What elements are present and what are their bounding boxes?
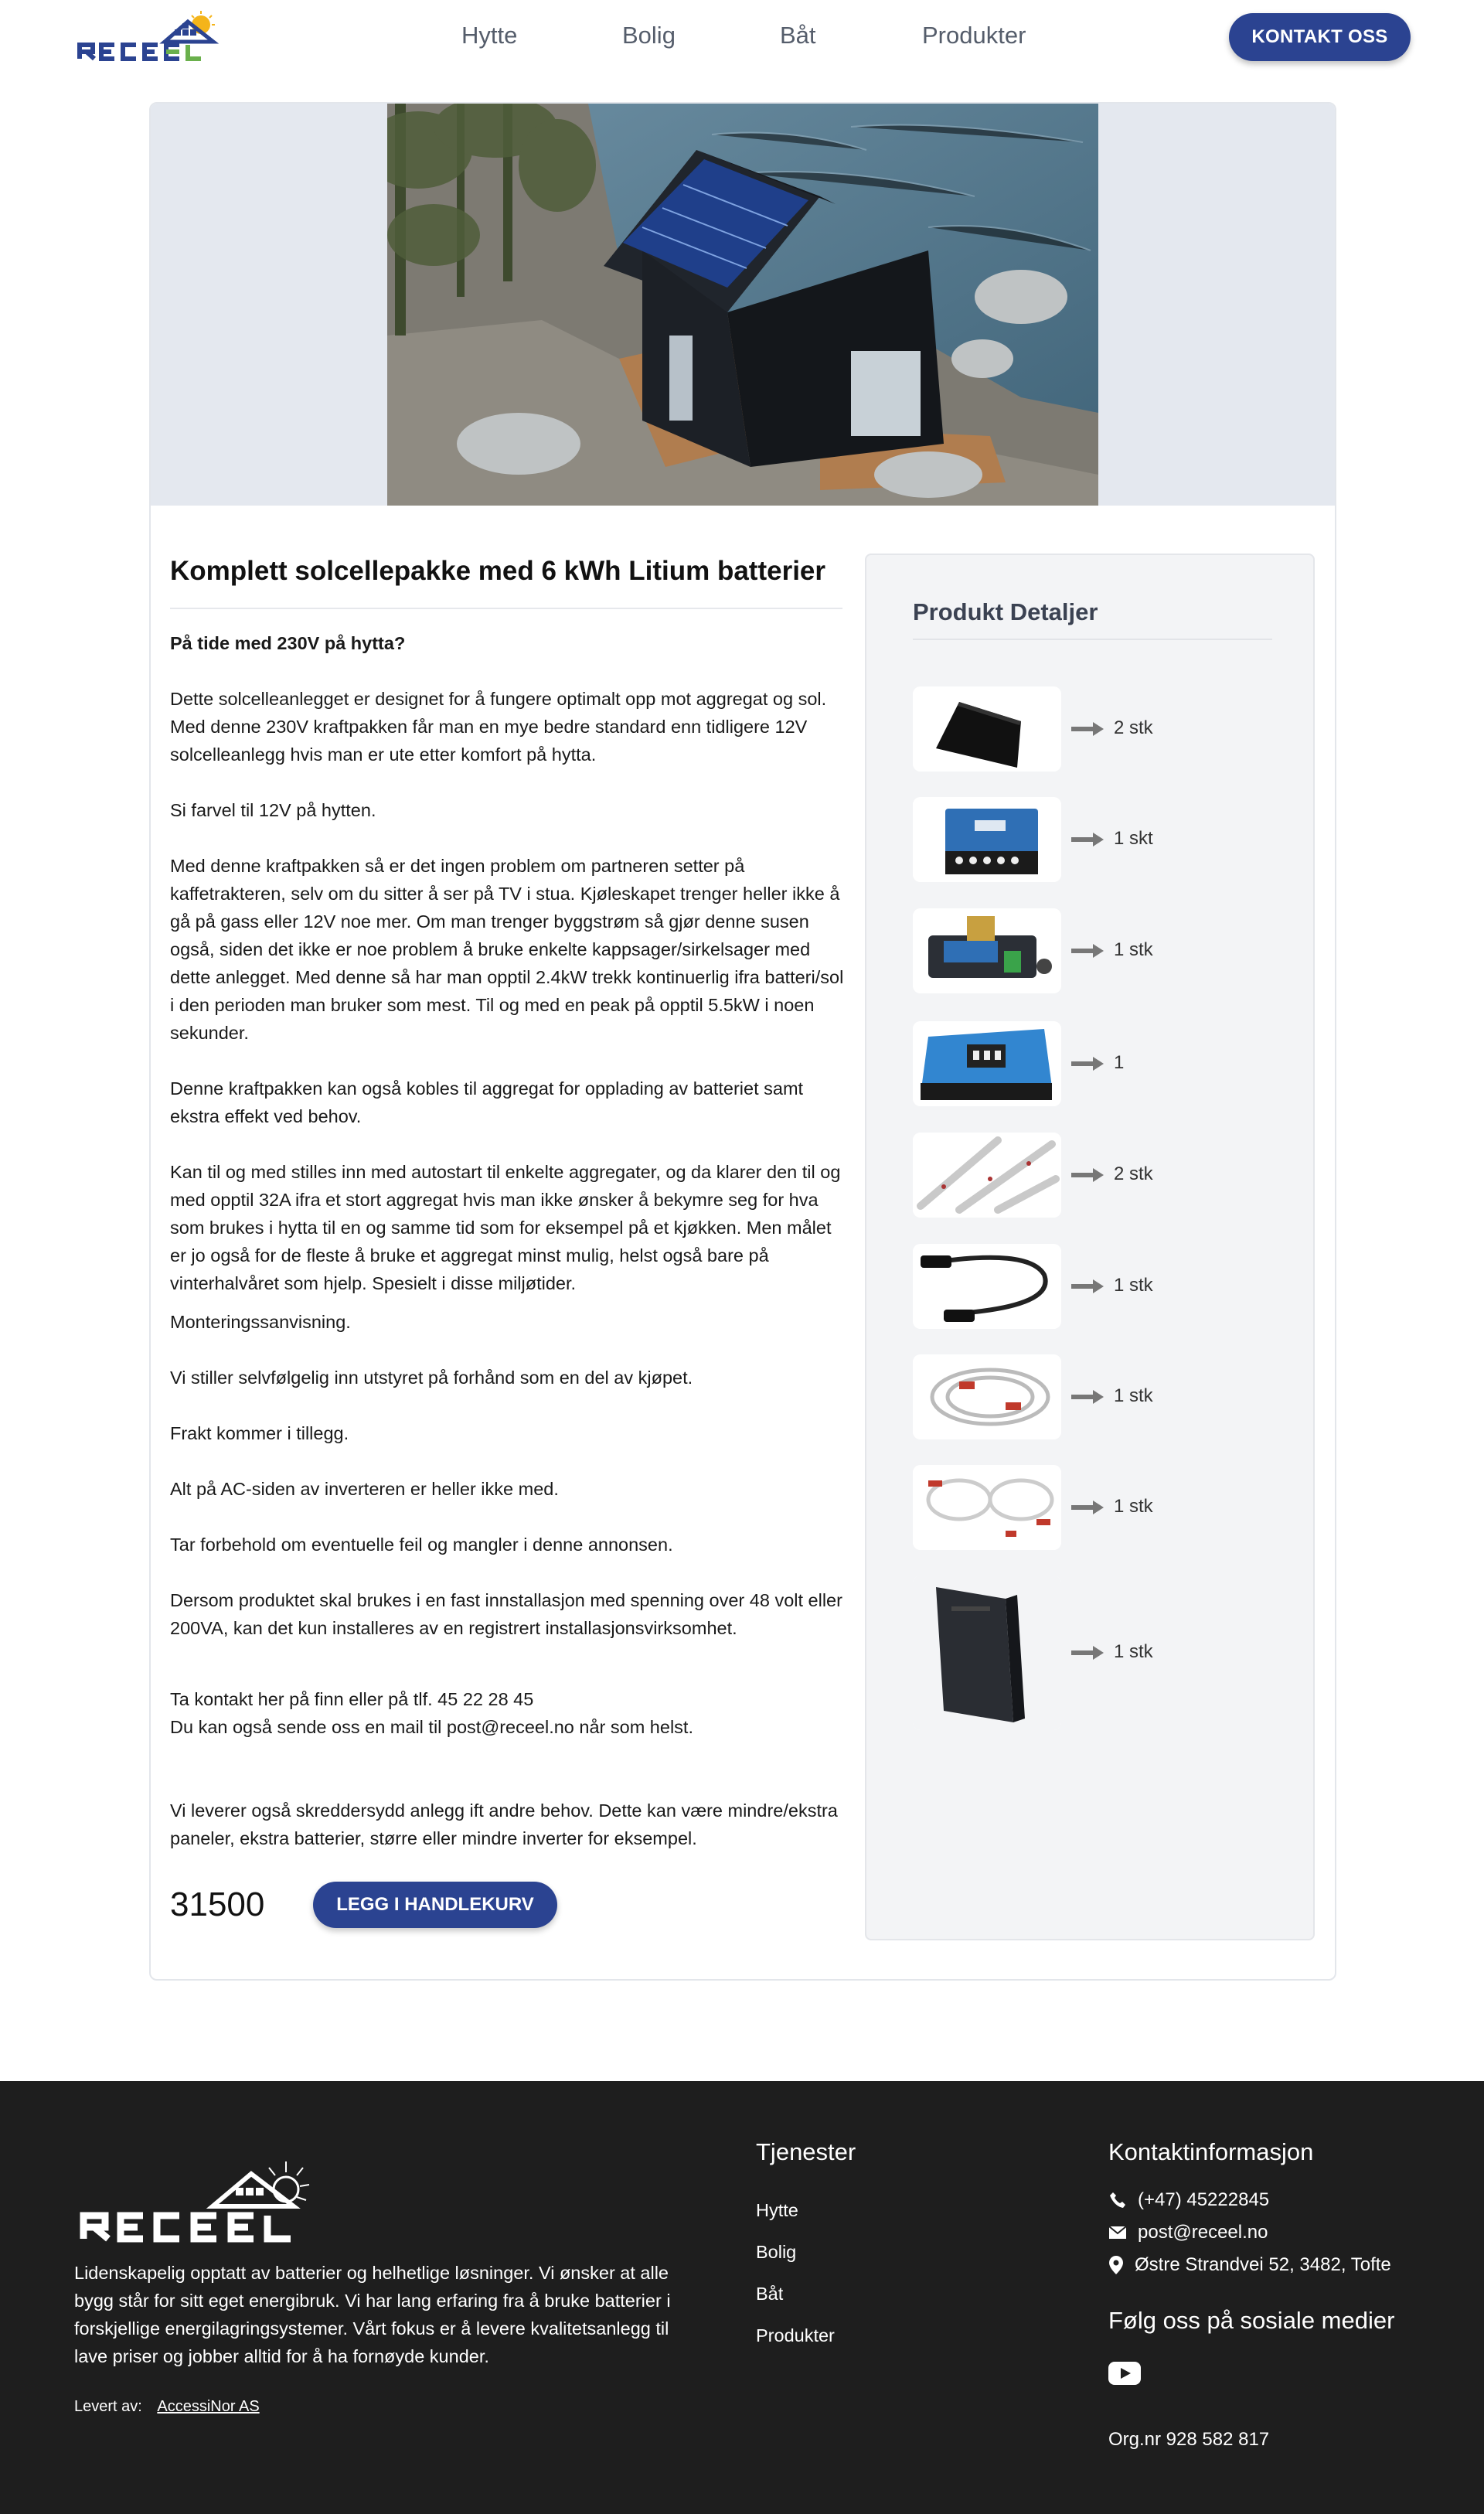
detail-qty: 1 stk: [1114, 1275, 1153, 1296]
charge-controller-icon: [913, 1021, 1061, 1106]
divider: [913, 639, 1272, 640]
detail-item: 1 stk: [913, 1244, 1276, 1329]
services-title: Tjenester: [756, 2138, 856, 2165]
detail-qty: 1 stk: [1114, 1385, 1153, 1406]
mounting-rail-icon: [913, 1133, 1061, 1218]
detail-item: 1 stk: [913, 1354, 1276, 1439]
cable-set-icon: [913, 1465, 1061, 1550]
credit-label: Levert av:: [74, 2398, 142, 2415]
detail-qty: 1 stk: [1114, 1496, 1153, 1517]
arrow-right-icon: [1071, 1646, 1104, 1660]
description-paragraph: Alt på AC-siden av inverteren er heller …: [170, 1478, 559, 1499]
battery-cable-icon: [913, 1354, 1061, 1439]
contact-email[interactable]: post@receel.no: [1108, 2222, 1268, 2243]
description-paragraph: Vi leverer også skreddersydd anlegg ift …: [170, 1800, 838, 1848]
footer-link-produkter[interactable]: Produkter: [756, 2325, 835, 2346]
receel-logo[interactable]: [76, 11, 238, 66]
footer-link-bolig[interactable]: Bolig: [756, 2242, 796, 2263]
description-paragraph: Med denne kraftpakken så er det ingen pr…: [170, 855, 844, 1043]
mail-icon: [1108, 2226, 1127, 2239]
contact-button[interactable]: KONTAKT OSS: [1229, 13, 1411, 61]
arrow-right-icon: [1071, 1168, 1104, 1182]
product-price: 31500: [170, 1886, 265, 1923]
arrow-right-icon: [1071, 1057, 1104, 1071]
arrow-right-icon: [1071, 1279, 1104, 1293]
description-paragraph: Monteringssanvisning.: [170, 1311, 351, 1332]
details-title: Produkt Detaljer: [913, 598, 1098, 625]
description-paragraph: Dette solcelleanlegget er designet for å…: [170, 688, 827, 765]
site-header: Hytte Bolig Båt Produkter KONTAKT OSS: [0, 0, 1484, 73]
arrow-right-icon: [1071, 1390, 1104, 1404]
description-paragraph: Dersom produktet skal brukes i en fast i…: [170, 1589, 842, 1638]
contact-paragraph: Ta kontakt her på finn eller på tlf. 45 …: [170, 1688, 693, 1737]
product-image: [387, 104, 1098, 506]
battery-monitor-icon: [913, 908, 1061, 993]
product-description: Komplett solcellepakke med 6 kWh Litium …: [170, 554, 850, 1852]
footer-link-hytte[interactable]: Hytte: [756, 2200, 798, 2221]
detail-item: 1 skt: [913, 797, 1276, 882]
nav-bat[interactable]: Båt: [780, 22, 816, 49]
detail-qty: 1: [1114, 1052, 1125, 1073]
footer-description: Lidenskapelig opptatt av batterier og he…: [74, 2263, 671, 2366]
email-text: post@receel.no: [1138, 2222, 1268, 2243]
footer-credit: Levert av: AccessiNor AS: [74, 2398, 260, 2416]
arrow-right-icon: [1071, 833, 1104, 847]
org-number: Org.nr 928 582 817: [1108, 2429, 1270, 2450]
product-title: Komplett solcellepakke med 6 kWh Litium …: [170, 556, 825, 586]
mc4-cable-icon: [913, 1244, 1061, 1329]
detail-item: 1 stk: [913, 1465, 1276, 1550]
detail-qty: 2 stk: [1114, 1163, 1153, 1184]
youtube-icon[interactable]: [1108, 2362, 1141, 2385]
description-paragraph: Vi stiller selvfølgelig inn utstyret på …: [170, 1367, 693, 1388]
product-card: Komplett solcellepakke med 6 kWh Litium …: [149, 102, 1336, 1981]
add-to-cart-button[interactable]: LEGG I HANDLEKURV: [313, 1882, 557, 1928]
detail-item: 2 stk: [913, 1133, 1276, 1218]
description-paragraph: Kan til og med stilles inn med autostart…: [170, 1161, 841, 1293]
description-paragraph: Si farvel til 12V på hytten.: [170, 799, 376, 820]
lithium-battery-icon: [913, 1576, 1061, 1730]
nav-bolig[interactable]: Bolig: [622, 22, 676, 49]
detail-qty: 1 stk: [1114, 1641, 1153, 1662]
arrow-right-icon: [1071, 722, 1104, 736]
solar-panel-icon: [913, 686, 1061, 772]
nav-produkter[interactable]: Produkter: [922, 22, 1026, 49]
detail-qty: 2 stk: [1114, 717, 1153, 738]
detail-item: 2 stk: [913, 686, 1276, 772]
footer-link-bat[interactable]: Båt: [756, 2284, 783, 2304]
divider: [170, 607, 842, 609]
contact-address: Østre Strandvei 52, 3482, Tofte: [1108, 2254, 1391, 2276]
description-paragraph: Tar forbehold om eventuelle feil og mang…: [170, 1534, 673, 1555]
purchase-row: 31500 LEGG I HANDLEKURV: [170, 1882, 557, 1928]
contact-title: Kontaktinformasjon: [1108, 2138, 1314, 2165]
detail-item: 1 stk: [913, 1576, 1276, 1730]
description-paragraph: Denne kraftpakken kan også kobles til ag…: [170, 1078, 804, 1126]
social-title: Følg oss på sosiale medier: [1108, 2307, 1395, 2334]
phone-text: (+47) 45222845: [1138, 2189, 1270, 2210]
detail-qty: 1 stk: [1114, 939, 1153, 960]
description-paragraph: Frakt kommer i tillegg.: [170, 1422, 349, 1443]
nav-hytte[interactable]: Hytte: [461, 22, 517, 49]
arrow-right-icon: [1071, 1501, 1104, 1514]
phone-icon: [1110, 2192, 1125, 2208]
site-footer: Lidenskapelig opptatt av batterier og he…: [0, 2081, 1484, 2514]
credit-link[interactable]: AccessiNor AS: [157, 2398, 259, 2415]
detail-qty: 1 skt: [1114, 828, 1153, 849]
intro-heading: På tide med 230V på hytta?: [170, 632, 406, 653]
inverter-icon: [913, 797, 1061, 882]
address-text: Østre Strandvei 52, 3482, Tofte: [1135, 2254, 1391, 2275]
location-pin-icon: [1109, 2256, 1123, 2274]
detail-item: 1: [913, 1021, 1276, 1106]
receel-logo-white[interactable]: [77, 2158, 332, 2243]
arrow-right-icon: [1071, 944, 1104, 958]
product-details-panel: Produkt Detaljer 2 stk 1 skt 1 stk 1 2 s…: [865, 554, 1315, 1940]
detail-item: 1 stk: [913, 908, 1276, 993]
contact-phone[interactable]: (+47) 45222845: [1108, 2189, 1269, 2211]
